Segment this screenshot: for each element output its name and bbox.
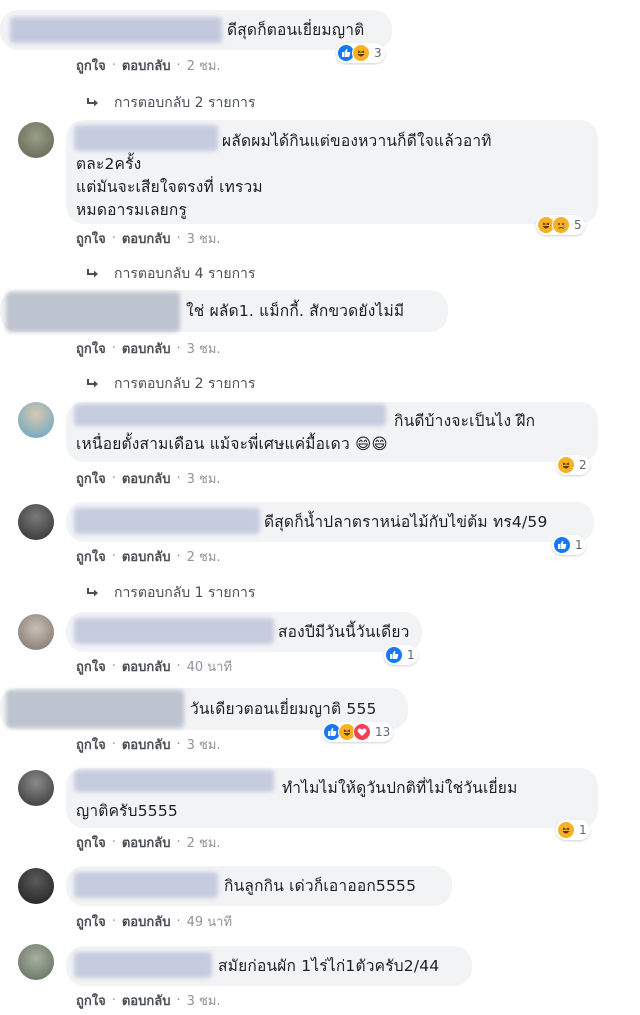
comment-actions: ถูกใจ · ตอบกลับ · 2 ชม. xyxy=(76,55,221,76)
commenter-name-blurred[interactable] xyxy=(6,690,184,728)
like-button[interactable]: ถูกใจ xyxy=(76,228,106,249)
view-replies-link[interactable]: การตอบกลับ 2 รายการ xyxy=(86,373,255,395)
avatar[interactable] xyxy=(18,614,54,650)
timestamp[interactable]: 40 นาที xyxy=(187,656,232,677)
reaction-summary[interactable]: 5 xyxy=(536,215,585,235)
reply-button[interactable]: ตอบกลับ xyxy=(122,656,171,677)
reaction-count: 1 xyxy=(407,648,415,662)
reply-button[interactable]: ตอบกลับ xyxy=(122,911,171,932)
like-reaction-icon xyxy=(385,646,403,664)
like-button[interactable]: ถูกใจ xyxy=(76,734,106,755)
comment-actions: ถูกใจ · ตอบกลับ · 49 นาที xyxy=(76,911,232,932)
timestamp[interactable]: 49 นาที xyxy=(187,911,232,932)
comment-actions: ถูกใจ · ตอบกลับ · 3 ชม. xyxy=(76,734,221,755)
comment-text: กินลูกกิน เด่วก็เอาออก5555 xyxy=(224,877,417,895)
reaction-summary[interactable]: 13 xyxy=(322,722,394,742)
comment-text: วันเดียวตอนเยี่ยมญาติ 555 xyxy=(190,700,377,718)
like-button[interactable]: ถูกใจ xyxy=(76,832,106,853)
reply-button[interactable]: ตอบกลับ xyxy=(122,228,171,249)
comment-actions: ถูกใจ · ตอบกลับ · 3 ชม. xyxy=(76,338,221,359)
view-replies-label: การตอบกลับ 1 รายการ xyxy=(114,585,256,601)
view-replies-label: การตอบกลับ 4 รายการ xyxy=(114,266,256,282)
commenter-name-blurred[interactable] xyxy=(74,618,274,644)
comment-text: ดีสุดก็ตอนเยี่ยมญาติ xyxy=(227,21,365,39)
comment-text: ทำไมไม่ให้ดูวันปกติที่ไม่ใช่วันเยี่ยม ญา… xyxy=(76,779,518,820)
comment-text: สองปีมีวันนี้วันเดียว xyxy=(278,623,410,641)
comment-actions: ถูกใจ · ตอบกลับ · 2 ชม. xyxy=(76,546,221,567)
reaction-count: 3 xyxy=(374,46,382,60)
comment-actions: ถูกใจ · ตอบกลับ · 3 ชม. xyxy=(76,468,221,489)
timestamp[interactable]: 2 ชม. xyxy=(187,55,221,76)
avatar[interactable] xyxy=(18,868,54,904)
haha-reaction-icon xyxy=(557,821,575,839)
timestamp[interactable]: 3 ชม. xyxy=(187,338,221,359)
reaction-summary[interactable]: 1 xyxy=(556,820,590,840)
reaction-count: 5 xyxy=(574,218,582,232)
reaction-summary[interactable]: 1 xyxy=(552,535,586,555)
avatar[interactable] xyxy=(18,402,54,438)
comment-text: ใช่ ผลัด1. แม็กกี้. สักขวดยังไม่มี xyxy=(186,302,405,320)
sad-reaction-icon xyxy=(552,216,570,234)
view-replies-link[interactable]: การตอบกลับ 1 รายการ xyxy=(86,582,255,604)
like-button[interactable]: ถูกใจ xyxy=(76,990,106,1011)
haha-reaction-icon xyxy=(352,44,370,62)
reply-button[interactable]: ตอบกลับ xyxy=(122,990,171,1011)
like-button[interactable]: ถูกใจ xyxy=(76,656,106,677)
like-button[interactable]: ถูกใจ xyxy=(76,55,106,76)
avatar[interactable] xyxy=(18,122,54,158)
reply-arrow-icon xyxy=(87,98,98,107)
reply-button[interactable]: ตอบกลับ xyxy=(122,468,171,489)
timestamp[interactable]: 3 ชม. xyxy=(187,734,221,755)
reply-button[interactable]: ตอบกลับ xyxy=(122,338,171,359)
comment-actions: ถูกใจ · ตอบกลับ · 3 ชม. xyxy=(76,990,221,1011)
reaction-count: 1 xyxy=(575,538,583,552)
view-replies-label: การตอบกลับ 2 รายการ xyxy=(114,95,256,111)
commenter-name-blurred[interactable] xyxy=(74,952,212,978)
commenter-name-blurred[interactable] xyxy=(6,292,180,332)
comment-text: สมัยก่อนผัก 1ไร่ไก่1ตัวครับ2/44 xyxy=(218,957,440,975)
like-button[interactable]: ถูกใจ xyxy=(76,546,106,567)
timestamp[interactable]: 3 ชม. xyxy=(187,228,221,249)
timestamp[interactable]: 3 ชม. xyxy=(187,468,221,489)
comment-text: ดีสุดก็น้ำปลาตราหน่อไม้กับไข่ต้ม ทร4/59 xyxy=(264,513,548,531)
haha-reaction-icon xyxy=(557,456,575,474)
commenter-name-blurred[interactable] xyxy=(74,508,260,534)
like-button[interactable]: ถูกใจ xyxy=(76,338,106,359)
like-button[interactable]: ถูกใจ xyxy=(76,468,106,489)
view-replies-label: การตอบกลับ 2 รายการ xyxy=(114,376,256,392)
timestamp[interactable]: 3 ชม. xyxy=(187,990,221,1011)
timestamp[interactable]: 2 ชม. xyxy=(187,546,221,567)
like-button[interactable]: ถูกใจ xyxy=(76,911,106,932)
reaction-count: 1 xyxy=(579,823,587,837)
avatar[interactable] xyxy=(18,770,54,806)
reaction-summary[interactable]: 1 xyxy=(384,645,418,665)
reply-arrow-icon xyxy=(87,588,98,597)
reply-arrow-icon xyxy=(87,379,98,388)
reply-button[interactable]: ตอบกลับ xyxy=(122,55,171,76)
reaction-summary[interactable]: 3 xyxy=(336,43,385,63)
reply-arrow-icon xyxy=(87,269,98,278)
reaction-summary[interactable]: 2 xyxy=(556,455,590,475)
comment-actions: ถูกใจ · ตอบกลับ · 3 ชม. xyxy=(76,228,221,249)
avatar[interactable] xyxy=(18,944,54,980)
love-reaction-icon xyxy=(353,723,371,741)
reply-button[interactable]: ตอบกลับ xyxy=(122,734,171,755)
like-reaction-icon xyxy=(553,536,571,554)
comment-text: กินดีบ้างจะเป็นไง ฝึก เหนื่อยตั้งสามเดือ… xyxy=(76,412,536,453)
comment-text: ผลัดผมได้กินแต่ของหวานก็ดีใจแล้วอาทิ ตละ… xyxy=(76,132,492,219)
reply-button[interactable]: ตอบกลับ xyxy=(122,546,171,567)
comment-actions: ถูกใจ · ตอบกลับ · 2 ชม. xyxy=(76,832,221,853)
reply-button[interactable]: ตอบกลับ xyxy=(122,832,171,853)
commenter-name-blurred[interactable] xyxy=(74,872,218,898)
timestamp[interactable]: 2 ชม. xyxy=(187,832,221,853)
view-replies-link[interactable]: การตอบกลับ 4 รายการ xyxy=(86,263,255,285)
view-replies-link[interactable]: การตอบกลับ 2 รายการ xyxy=(86,92,255,114)
reaction-count: 2 xyxy=(579,458,587,472)
comment-actions: ถูกใจ · ตอบกลับ · 40 นาที xyxy=(76,656,232,677)
avatar[interactable] xyxy=(18,504,54,540)
commenter-name-blurred[interactable] xyxy=(10,17,222,43)
reaction-count: 13 xyxy=(375,725,391,739)
